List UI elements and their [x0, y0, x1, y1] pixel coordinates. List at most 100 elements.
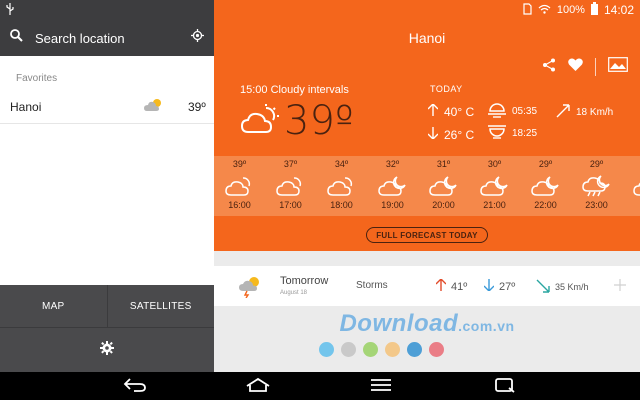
- cloudy-moon-icon: [377, 175, 408, 197]
- gps-locate-icon[interactable]: [191, 29, 204, 47]
- favorite-heart-icon[interactable]: [568, 58, 583, 76]
- drawer-buttons: MAP SATELLITES: [0, 285, 214, 372]
- watermark: Download.com.vn: [214, 310, 640, 338]
- hourly-forecast-strip[interactable]: 39º 16:00 37º 17:00 34º 18:00 32º 19:00 31º 20:00…: [214, 156, 640, 216]
- partly-cloudy-icon: [326, 175, 357, 197]
- tomorrow-name: Tomorrow: [280, 275, 329, 287]
- tomorrow-min-value: 27º: [499, 280, 516, 293]
- hourly-time: 19:00: [381, 200, 404, 210]
- city-title: Hanoi: [408, 30, 446, 46]
- wind-direction-teal-icon: [536, 279, 550, 295]
- hourly-item: 31º 20:00: [418, 156, 469, 216]
- sunset: 18:25: [488, 124, 537, 143]
- partly-cloudy-icon: [275, 175, 306, 197]
- hourly-temp: 30º: [487, 159, 502, 169]
- map-button[interactable]: MAP: [0, 285, 108, 327]
- menu-icon[interactable]: [370, 377, 392, 398]
- hourly-temp: 32º: [385, 159, 400, 169]
- partly-cloudy-large-icon: [240, 104, 280, 141]
- hourly-item: 224: [622, 156, 640, 216]
- tomorrow-wind: 35 Km/h: [536, 279, 589, 295]
- color-dot[interactable]: [363, 342, 378, 357]
- hourly-temp: 39º: [232, 159, 247, 169]
- tomorrow-max: 41º: [435, 278, 468, 294]
- expand-plus-icon[interactable]: [614, 278, 626, 296]
- sim-icon: [523, 2, 532, 18]
- sunrise: 05:35: [488, 102, 537, 121]
- color-dot[interactable]: [429, 342, 444, 357]
- min-temp: 26° C: [427, 127, 475, 142]
- tomorrow-condition: Storms: [356, 280, 388, 291]
- hourly-temp: 29º: [538, 159, 553, 169]
- storm-sun-icon: [238, 276, 262, 303]
- hourly-time: 16:00: [228, 200, 251, 210]
- home-icon[interactable]: [245, 377, 271, 398]
- image-gallery-icon[interactable]: [608, 57, 628, 77]
- settings-gear-icon[interactable]: [100, 340, 114, 360]
- hourly-item: 29º 22:00: [520, 156, 571, 216]
- current-weather-card: Hanoi 15:00 Cloudy intervals 39º TODAY 4…: [214, 20, 640, 251]
- tomorrow-wind-value: 35 Km/h: [555, 282, 589, 292]
- hourly-time: 23:00: [585, 200, 608, 210]
- cloudy-moon-icon: [428, 175, 459, 197]
- current-temperature: 39º: [284, 98, 354, 144]
- arrow-down-icon: [427, 127, 439, 142]
- arrow-down-blue-icon: [483, 279, 495, 294]
- back-icon[interactable]: [122, 377, 148, 398]
- hourly-item: 39º 16:00: [214, 156, 265, 216]
- hourly-time: 20:00: [432, 200, 455, 210]
- favorite-city-temp: 39º: [188, 99, 206, 114]
- status-clock: 14:02: [603, 3, 634, 17]
- share-icon[interactable]: [542, 58, 556, 77]
- color-dot[interactable]: [385, 342, 400, 357]
- usb-icon: [6, 2, 14, 18]
- watermark-main: Download: [339, 310, 459, 337]
- tomorrow-min: 27º: [483, 279, 516, 294]
- max-temp-value: 40° C: [444, 104, 475, 119]
- search-icon[interactable]: [10, 29, 23, 47]
- cloudy-moon-icon: [632, 175, 640, 197]
- hourly-temp: 37º: [283, 159, 298, 169]
- wind-direction-icon: [556, 104, 570, 121]
- action-bar: [542, 57, 628, 77]
- color-dot[interactable]: [407, 342, 422, 357]
- current-condition: 15:00 Cloudy intervals: [240, 84, 349, 96]
- partly-cloudy-icon: [224, 175, 255, 197]
- location-drawer: Search location Favorites Hanoi 39º MAP …: [0, 20, 214, 372]
- recent-apps-icon[interactable]: [494, 377, 516, 398]
- favorite-item[interactable]: Hanoi 39º: [0, 90, 214, 124]
- satellites-button[interactable]: SATELLITES: [108, 285, 215, 327]
- status-bar-left: [0, 0, 214, 20]
- sunrise-time: 05:35: [512, 106, 538, 117]
- hourly-item: 29º 23:00: [571, 156, 622, 216]
- search-bar[interactable]: Search location: [0, 20, 214, 56]
- weather-main-panel: Hanoi 15:00 Cloudy intervals 39º TODAY 4…: [214, 20, 640, 372]
- tomorrow-label: Tomorrow August 18: [280, 275, 328, 296]
- arrow-up-red-icon: [435, 278, 447, 294]
- cloudy-moon-icon: [530, 175, 561, 197]
- sunset-time: 18:25: [512, 128, 538, 139]
- favorites-title: Favorites: [16, 73, 58, 84]
- min-temp-value: 26° C: [444, 127, 475, 142]
- tomorrow-max-value: 41º: [451, 280, 468, 293]
- watermark-suffix: .com.vn: [458, 318, 515, 334]
- wifi-icon: [538, 4, 551, 17]
- tomorrow-date: August 18: [280, 290, 308, 296]
- max-temp: 40° C: [427, 103, 475, 119]
- color-dot[interactable]: [319, 342, 334, 357]
- search-input[interactable]: Search location: [35, 31, 191, 46]
- color-dot[interactable]: [341, 342, 356, 357]
- tomorrow-forecast-row[interactable]: Tomorrow August 18 Storms 41º 27º 35 Km/…: [214, 266, 640, 306]
- arrow-up-icon: [427, 103, 439, 119]
- full-forecast-today-button[interactable]: FULL FORECAST TODAY: [366, 227, 488, 243]
- hourly-temp: 29º: [589, 159, 604, 169]
- android-nav-bar: [0, 372, 640, 400]
- status-bar-right: 100% 14:02: [214, 0, 640, 20]
- cloudy-moon-icon: [479, 175, 510, 197]
- hourly-time: 17:00: [279, 200, 302, 210]
- hourly-temp: 31º: [436, 159, 451, 169]
- hourly-item: 34º 18:00: [316, 156, 367, 216]
- battery-icon: [590, 2, 598, 18]
- sunrise-icon: [488, 102, 506, 121]
- battery-percent: 100%: [556, 4, 585, 16]
